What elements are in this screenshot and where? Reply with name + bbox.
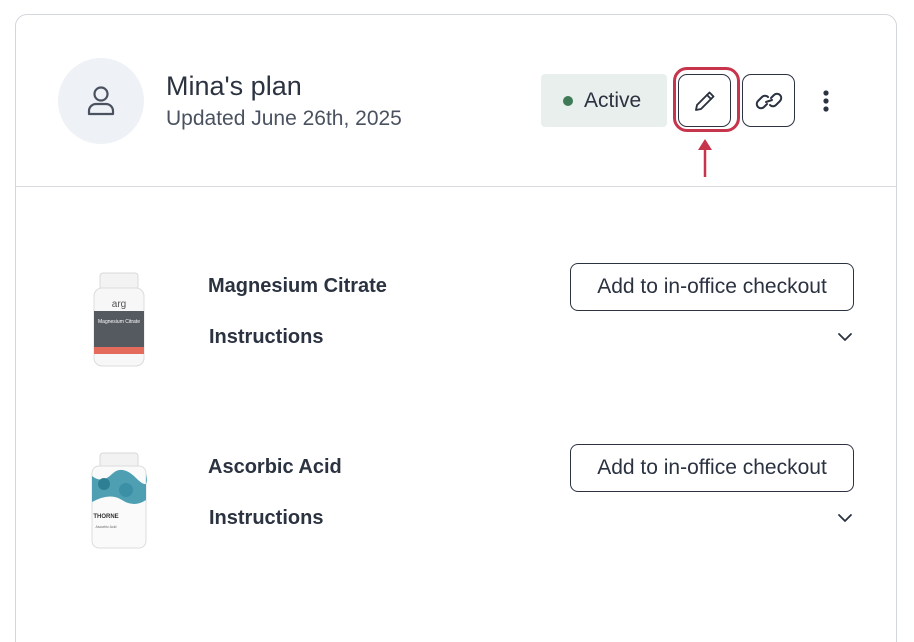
updated-date: Updated June 26th, 2025 xyxy=(166,107,402,130)
status-label: Active xyxy=(584,88,642,112)
person-icon xyxy=(87,86,115,116)
svg-text:arg: arg xyxy=(112,299,126,310)
link-icon xyxy=(755,92,782,109)
product-image: arg Magnesium Citrate xyxy=(93,272,145,367)
more-vertical-icon xyxy=(823,90,829,112)
chevron-down-icon[interactable] xyxy=(835,330,855,344)
pencil-icon xyxy=(694,91,714,111)
instructions-toggle[interactable]: Instructions xyxy=(209,326,323,349)
product-image: THORNE Ascorbic Acid xyxy=(91,452,147,549)
plan-card: Mina's plan Updated June 26th, 2025 Acti… xyxy=(15,14,897,642)
instructions-toggle[interactable]: Instructions xyxy=(209,507,323,530)
product-name: Magnesium Citrate xyxy=(208,275,387,297)
arrow-pointer xyxy=(698,139,712,177)
product-row: THORNE Ascorbic Acid Ascorbic Acid Add t… xyxy=(16,444,896,564)
edit-plan-button[interactable] xyxy=(678,74,731,127)
svg-text:THORNE: THORNE xyxy=(93,514,118,520)
add-to-checkout-button[interactable]: Add to in-office checkout xyxy=(570,263,854,311)
plan-header: Mina's plan Updated June 26th, 2025 Acti… xyxy=(16,15,896,187)
status-badge: Active xyxy=(541,74,667,127)
page-title: Mina's plan xyxy=(166,71,302,101)
svg-text:Magnesium Citrate: Magnesium Citrate xyxy=(98,319,140,325)
chevron-down-icon[interactable] xyxy=(835,511,855,525)
product-row: arg Magnesium Citrate Magnesium Citrate … xyxy=(16,263,896,383)
more-options-button[interactable] xyxy=(812,85,840,117)
add-to-checkout-button[interactable]: Add to in-office checkout xyxy=(570,444,854,492)
svg-text:Ascorbic Acid: Ascorbic Acid xyxy=(95,525,116,529)
product-name: Ascorbic Acid xyxy=(208,456,342,478)
status-dot xyxy=(563,95,573,106)
avatar xyxy=(58,58,144,144)
copy-link-button[interactable] xyxy=(742,74,795,127)
